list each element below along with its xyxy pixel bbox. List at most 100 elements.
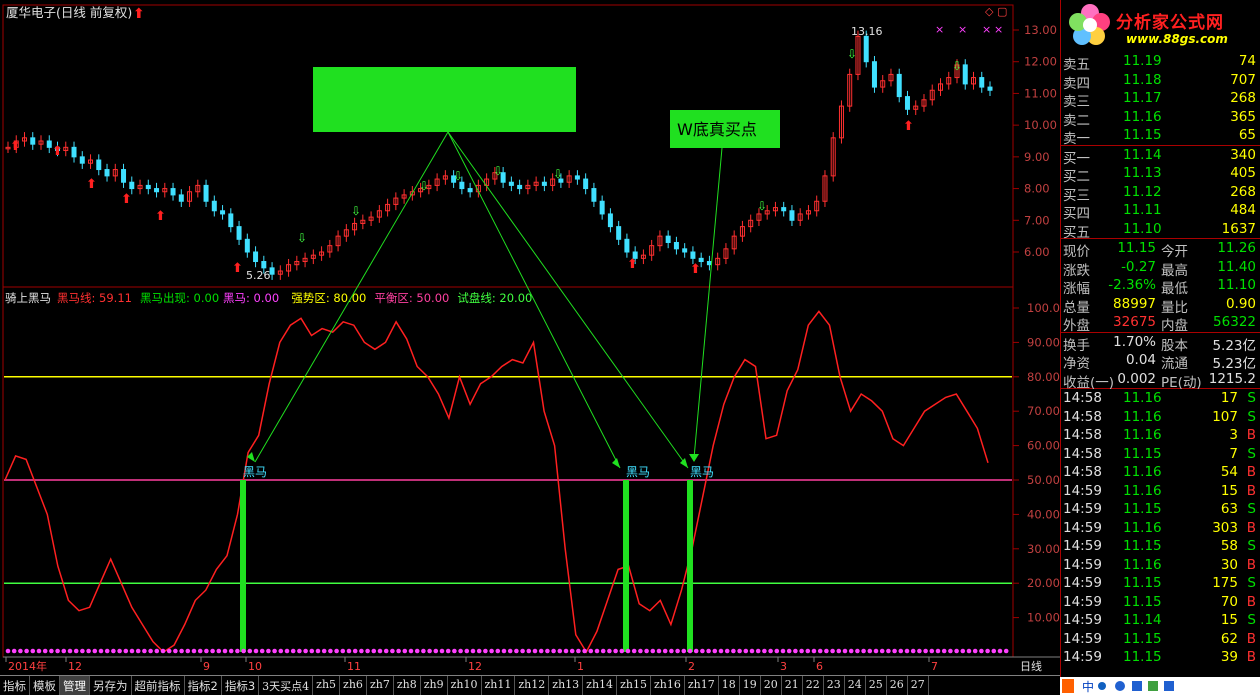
baseline-dot [693, 648, 699, 654]
baseline-dot [762, 648, 767, 654]
bid-levels: 买一 11.14 340 买二 11.13 405 买三 11.12 268 买四 11.11 484… [1061, 144, 1260, 241]
baseline-dot [173, 648, 178, 654]
baseline-dot [334, 648, 339, 654]
baseline-dot [439, 648, 445, 654]
baseline-dot [142, 648, 147, 654]
baseline-dot [228, 648, 234, 654]
candle-body [781, 207, 787, 212]
indicator-pane-frame [2, 286, 1014, 658]
tab-zh5[interactable]: zh5 [313, 676, 341, 695]
sell-arrow-icon: ⇩ [453, 169, 463, 183]
candle-body [228, 213, 234, 228]
ask-levels: 卖五 11.19 74 卖四 11.18 707 卖三 11.17 268 卖二 11.16 365 卖… [1061, 52, 1260, 147]
tab-3天买点4[interactable]: 3天买点4 [259, 676, 314, 695]
baseline-dot [5, 648, 11, 654]
tab-zh9[interactable]: zh9 [421, 676, 448, 695]
tab-超前指标[interactable]: 超前指标 [132, 676, 185, 695]
stats-block: 现价 11.15 今开 11.26 涨跌 -0.27 最高 11.40 涨幅 -2.36% 最低 11… [1061, 238, 1260, 334]
baseline-dot [154, 648, 160, 654]
indicator-param: 黑马: 0.00 [223, 291, 279, 305]
chart-canvas[interactable]: ◇ ▢厦华电子(日线 前复权) ⬆13.0012.0011.0010.009.00… [0, 0, 1060, 675]
baseline-dot [520, 648, 525, 654]
baseline-dot [359, 648, 364, 654]
tab-22[interactable]: 22 [803, 676, 824, 695]
baseline-dot [253, 648, 259, 654]
baseline-dot [284, 648, 290, 654]
arrow-head [680, 458, 688, 468]
tab-zh12[interactable]: zh12 [515, 676, 550, 695]
baseline-dot [712, 648, 718, 654]
baseline-dot [241, 648, 246, 654]
tab-指标[interactable]: 指标 [0, 676, 30, 695]
candle-body [170, 188, 176, 196]
baseline-dot [644, 648, 649, 654]
baseline-dot [675, 648, 680, 654]
baseline-dot [315, 648, 321, 654]
sell-arrow-icon: ⇩ [553, 167, 563, 181]
date-axis-label: 3 [780, 660, 787, 673]
tab-21[interactable]: 21 [782, 676, 803, 695]
logo-text: 分析家公式网 [1116, 13, 1224, 33]
candle-body [682, 248, 688, 253]
tab-18[interactable]: 18 [719, 676, 740, 695]
indicator-axis-label: 70.00 [1027, 404, 1060, 418]
candle-body [129, 181, 135, 190]
tab-管理[interactable]: 管理 [60, 676, 90, 695]
baseline-dot [731, 648, 736, 654]
tab-zh8[interactable]: zh8 [394, 676, 421, 695]
baseline-dot [191, 648, 197, 654]
baseline-dot [557, 648, 563, 654]
baseline-dot [997, 648, 1003, 654]
baseline-dot [768, 648, 773, 654]
keyboard-icon [1132, 681, 1142, 691]
baseline-dot [135, 648, 141, 654]
tab-zh14[interactable]: zh14 [583, 676, 618, 695]
baseline-dot [18, 648, 23, 654]
date-axis-label: 7 [931, 660, 938, 673]
tick-row: 14:58 11.15 7 S [1063, 445, 1256, 462]
indicator-param: 试盘线: 20.00 [457, 291, 532, 305]
tab-zh16[interactable]: zh16 [651, 676, 685, 695]
baseline-dot [259, 648, 265, 654]
tab-zh7[interactable]: zh7 [367, 676, 394, 695]
tick-row: 14:59 11.15 175 S [1063, 575, 1256, 591]
baseline-dot [600, 648, 606, 654]
tab-zh11[interactable]: zh11 [482, 676, 516, 695]
tab-26[interactable]: 26 [887, 676, 908, 695]
tab-27[interactable]: 27 [908, 676, 929, 695]
tab-20[interactable]: 20 [761, 676, 782, 695]
ask-row: 卖五 11.19 74 [1063, 53, 1256, 73]
baseline-dot [73, 648, 79, 654]
baseline-dot [266, 648, 271, 654]
baseline-dot [830, 648, 835, 654]
baseline-dot [495, 648, 501, 654]
candle-body [269, 267, 275, 275]
tab-模板[interactable]: 模板 [30, 676, 60, 695]
baseline-dot [706, 648, 711, 654]
baseline-dot [42, 648, 48, 654]
tab-25[interactable]: 25 [866, 676, 887, 695]
tab-zh6[interactable]: zh6 [340, 676, 367, 695]
tab-zh17[interactable]: zh17 [685, 676, 719, 695]
tab-23[interactable]: 23 [824, 676, 845, 695]
baseline-dot [501, 648, 507, 654]
tab-zh10[interactable]: zh10 [448, 676, 482, 695]
tab-24[interactable]: 24 [845, 676, 866, 695]
period-label: 日线 [1020, 659, 1042, 673]
baseline-dot [80, 648, 85, 654]
tab-另存为[interactable]: 另存为 [90, 676, 132, 695]
tab-指标3[interactable]: 指标3 [222, 676, 260, 695]
baseline-dot [662, 648, 668, 654]
kline-chart-panel[interactable]: ◇ ▢ 厦华电子(日线 前复权) ⬆ 13.00 12.00 11.00 10.00 9.00… [0, 0, 1060, 675]
tick-row: 14:59 11.15 70 B [1063, 593, 1256, 610]
candle-body [673, 241, 679, 250]
tab-zh15[interactable]: zh15 [617, 676, 651, 695]
buy-arrow-icon: ⬆ [690, 262, 701, 277]
tab-19[interactable]: 19 [740, 676, 761, 695]
tab-zh13[interactable]: zh13 [549, 676, 584, 695]
candle-body [203, 184, 209, 202]
candle-body [591, 188, 597, 202]
baseline-dot [985, 648, 990, 654]
baseline-dot [687, 648, 693, 654]
tab-指标2[interactable]: 指标2 [185, 676, 222, 695]
